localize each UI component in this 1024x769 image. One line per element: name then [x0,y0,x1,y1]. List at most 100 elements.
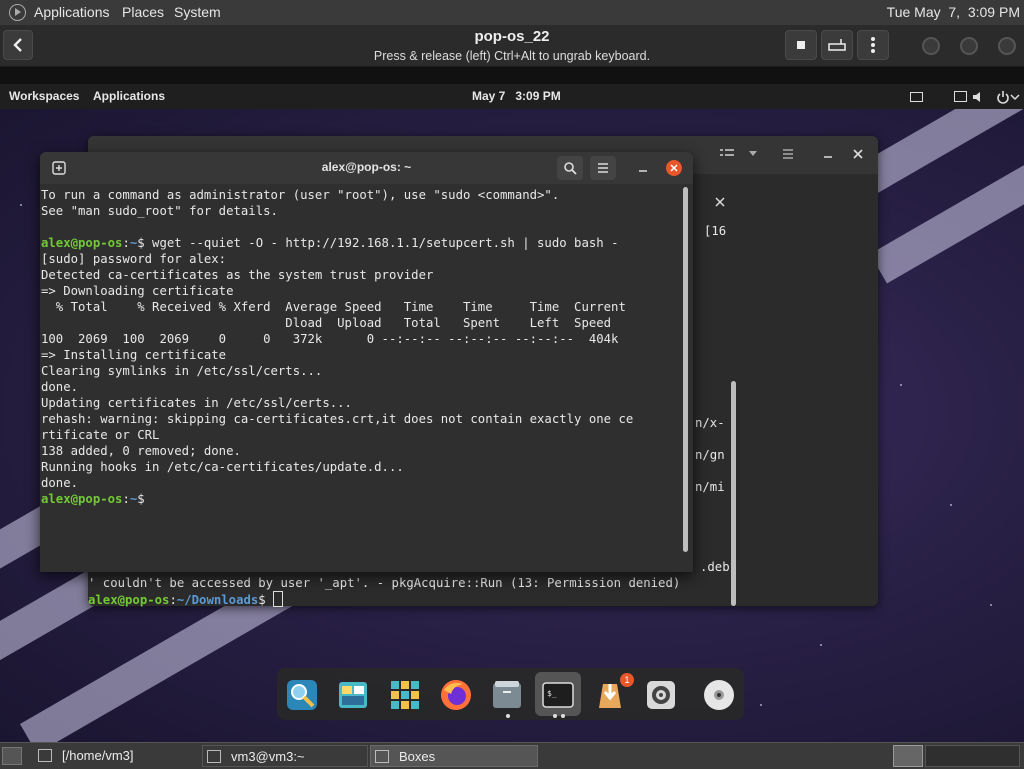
workspace-switcher-empty[interactable] [925,745,1020,767]
kebab-menu-icon [871,37,875,53]
task-label: [/home/vm3] [62,748,134,763]
scrollbar-thumb[interactable] [731,381,736,606]
close-window-button[interactable] [998,37,1016,55]
task-label: vm3@vm3:~ [231,749,305,764]
keyboard-icon [828,39,846,51]
disc-icon[interactable] [702,678,736,712]
svg-text:$_: $_ [547,689,557,698]
terminal-line: [sudo] password for alex: [41,252,227,266]
prompt-colon: : [122,236,130,250]
more-options-button[interactable] [857,30,889,60]
terminal-line: See "man sudo_root" for details. [41,204,278,218]
prompt-user: alex@pop-os [41,236,123,250]
task-file-manager[interactable]: [/home/vm3] [34,745,198,767]
terminal-fragment: .deb [700,560,730,574]
chevron-down-icon[interactable] [1010,92,1020,102]
terminal-line: done. [41,476,79,490]
terminal-line: To run a command as administrator (user … [41,188,560,202]
foreground-terminal-window[interactable]: alex@pop-os: ~ To run a command as admin… [40,152,693,572]
folder-icon [38,749,52,762]
terminal-line: => Installing certificate [41,348,227,362]
close-icon[interactable] [852,148,864,160]
guest-clock[interactable]: May 7 3:09 PM [472,84,561,109]
terminal-line: Dload Upload Total Spent Left Speed [41,316,612,330]
applications-button[interactable]: Applications [93,84,165,109]
prompt-colon: : [122,492,130,506]
volume-icon[interactable] [971,90,985,104]
display-border [0,67,1024,84]
workspaces-button[interactable]: Workspaces [9,84,79,109]
text-cursor [273,591,284,607]
task-boxes[interactable]: Boxes [370,745,538,767]
terminal-fragment: n/x- [695,416,725,430]
applications-logo-icon[interactable] [9,4,26,21]
keyboard-button[interactable] [821,30,853,60]
guest-display[interactable]: Workspaces Applications May 7 3:09 PM [1… [0,84,1024,742]
search-button[interactable] [557,156,583,180]
hamburger-menu-icon [598,163,608,173]
prompt-colon: : [169,593,177,607]
minimize-icon[interactable] [637,162,649,174]
boxes-icon [375,750,389,763]
screen-icon[interactable] [954,91,967,102]
firefox-icon[interactable] [439,678,473,712]
host-clock[interactable]: Tue May 7, 3:09 PM [887,0,1020,25]
maximize-window-button[interactable] [960,37,978,55]
display-icon[interactable] [910,92,923,102]
power-icon[interactable] [996,90,1010,104]
scrollbar-thumb[interactable] [683,187,688,552]
terminal-line: Detected ca-certificates as the system t… [41,268,434,282]
terminal-line: Clearing symlinks in /etc/ssl/certs... [41,364,323,378]
close-button[interactable] [666,160,682,176]
terminal-line: 100 2069 100 2069 0 0 372k 0 --:--:-- --… [41,332,619,346]
hamburger-menu-icon[interactable] [782,148,794,160]
workspaces-icon[interactable] [336,678,370,712]
terminal-icon [207,750,221,763]
stop-button[interactable] [785,30,817,60]
view-toggle-icon[interactable] [720,148,734,160]
prompt-command: $ wget --quiet -O - http://192.168.1.1/s… [137,236,619,250]
wallpaper-star [20,204,22,206]
terminal-line: rehash: warning: skipping ca-certificate… [41,412,634,426]
wallpaper-star [990,604,992,606]
minimize-window-button[interactable] [922,37,940,55]
terminal-line: % Total % Received % Xferd Average Speed… [41,300,626,314]
terminal-titlebar[interactable]: alex@pop-os: ~ [40,152,693,184]
task-terminal[interactable]: vm3@vm3:~ [202,745,368,767]
running-indicator [561,714,565,718]
menu-applications[interactable]: Applications [34,0,110,25]
terminal-line: done. [41,380,79,394]
app-grid-icon[interactable] [388,678,422,712]
menu-system[interactable]: System [174,0,221,25]
show-desktop-button[interactable] [2,747,22,765]
terminal-output[interactable]: To run a command as administrator (user … [40,187,680,567]
settings-icon[interactable] [644,678,678,712]
host-top-panel: Applications Places System Tue May 7, 3:… [0,0,1024,26]
terminal-line: => Downloading certificate [41,284,234,298]
wallpaper-star [760,704,762,706]
minimize-icon[interactable] [822,148,834,160]
prompt-path: ~/Downloads [176,593,259,607]
terminal-fragment: n/mi [695,480,725,494]
terminal-icon[interactable]: $_ [541,678,575,712]
terminal-prompt-line: alex@pop-os:~$ [41,491,153,507]
running-indicator [553,714,557,718]
terminal-line: ' couldn't be accessed by user '_apt'. -… [88,576,681,590]
close-tab-icon[interactable] [715,197,725,207]
workspace-switcher[interactable] [893,745,923,767]
running-indicator [506,714,510,718]
prompt-user: alex@pop-os [88,593,170,607]
terminal-prompt-line: alex@pop-os:~$ wget --quiet -O - http://… [41,235,618,251]
task-label: Boxes [399,749,436,764]
chevron-down-icon[interactable] [748,150,758,158]
search-icon [564,162,577,175]
host-taskbar: [/home/vm3] vm3@vm3:~ Boxes [0,742,1024,769]
menu-button[interactable] [590,156,616,180]
files-icon[interactable] [490,678,524,712]
menu-places[interactable]: Places [122,0,164,25]
terminal-fragment: [16 [704,224,727,238]
prompt-dollar: $ [258,593,266,607]
wallpaper-star [820,644,822,646]
search-launcher-icon[interactable] [285,678,319,712]
terminal-line: Running hooks in /etc/ca-certificates/up… [41,460,404,474]
